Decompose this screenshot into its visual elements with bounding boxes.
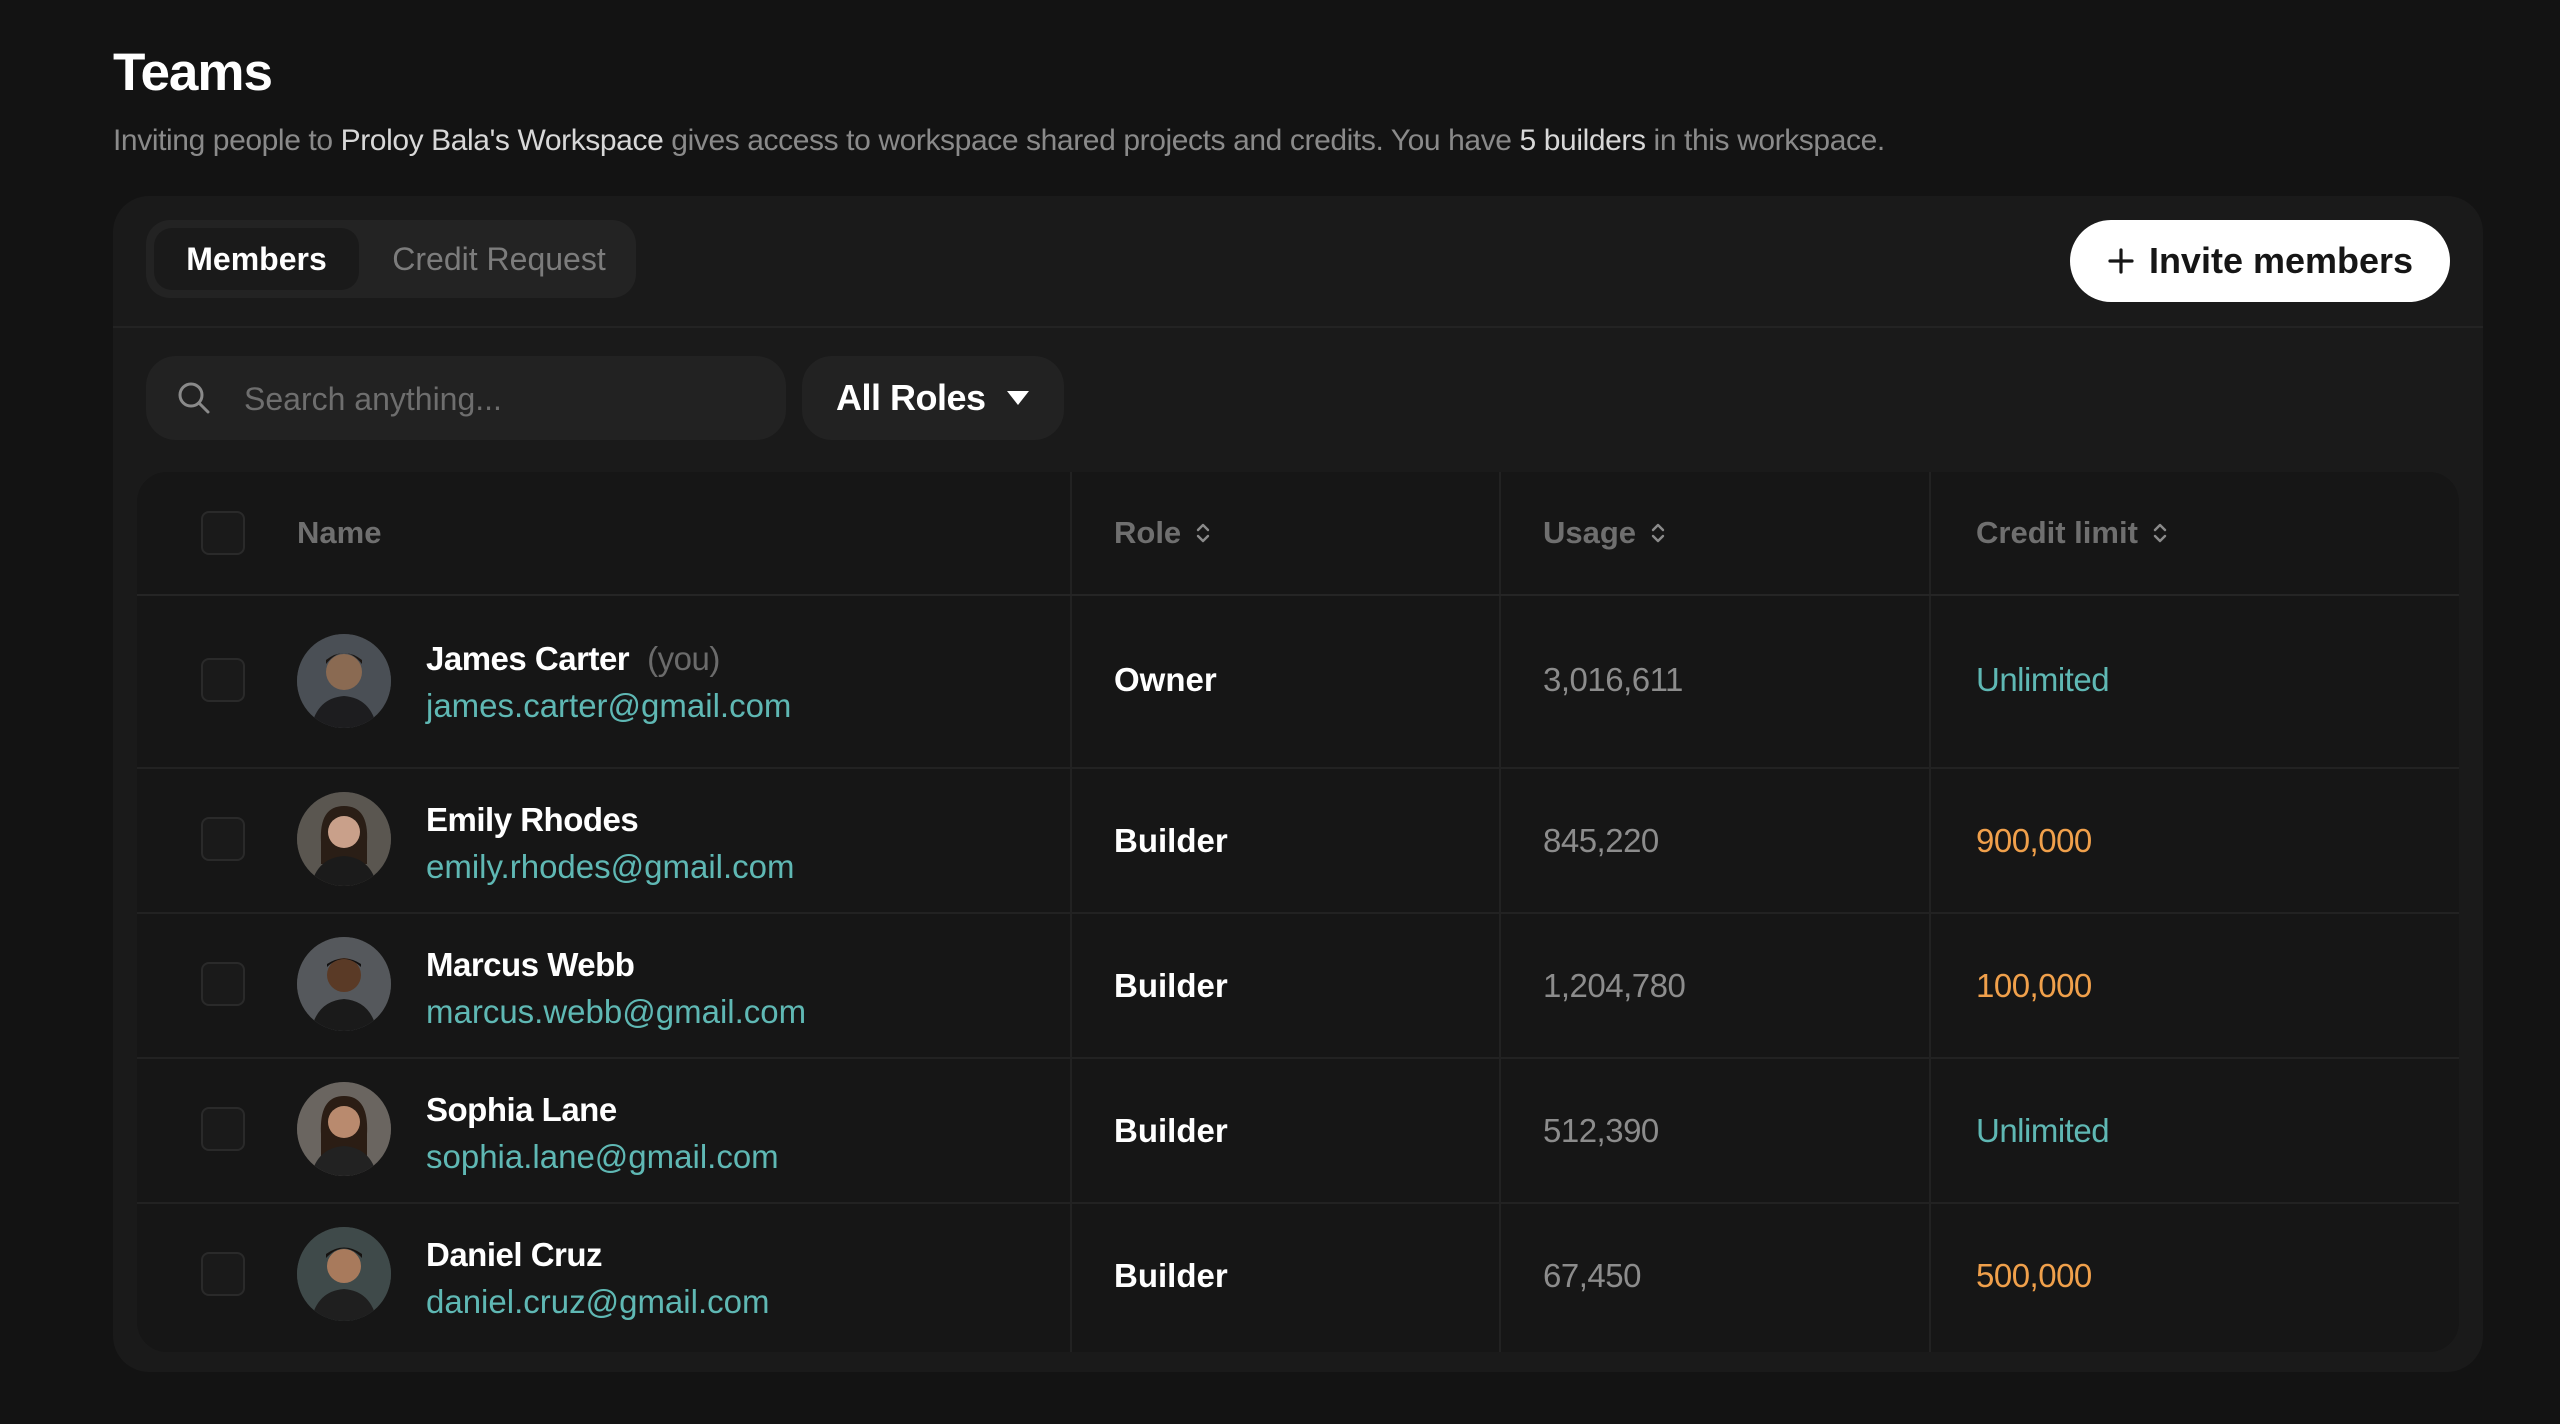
role-filter-value: All Roles bbox=[836, 377, 986, 418]
invite-members-label: Invite members bbox=[2148, 240, 2414, 281]
member-role: Builder bbox=[1114, 967, 1228, 1004]
subtitle-text: in this workspace. bbox=[1645, 124, 1886, 157]
column-header-usage[interactable]: Usage bbox=[1543, 472, 1666, 594]
row-checkbox[interactable] bbox=[201, 962, 245, 1006]
member-usage: 512,390 bbox=[1543, 1112, 1659, 1149]
row-checkbox[interactable] bbox=[201, 1107, 245, 1151]
member-email[interactable]: marcus.webb@gmail.com bbox=[426, 993, 806, 1031]
avatar bbox=[297, 937, 391, 1031]
table-row[interactable]: Sophia Lane sophia.lane@gmail.com Builde… bbox=[137, 1057, 2459, 1204]
row-checkbox[interactable] bbox=[201, 658, 245, 702]
subtitle-text: Inviting people to bbox=[113, 124, 341, 157]
member-role: Builder bbox=[1114, 1112, 1228, 1149]
member-role: Owner bbox=[1114, 661, 1217, 698]
page-subtitle: Inviting people to Proloy Bala's Workspa… bbox=[113, 124, 1885, 158]
member-name: Daniel Cruz bbox=[426, 1236, 603, 1274]
sort-icon bbox=[1196, 523, 1210, 543]
sort-icon bbox=[1651, 523, 1665, 543]
row-checkbox[interactable] bbox=[201, 1252, 245, 1296]
tab-credit-request[interactable]: Credit Request bbox=[374, 228, 624, 290]
member-usage: 845,220 bbox=[1543, 822, 1659, 859]
member-usage: 3,016,611 bbox=[1543, 661, 1683, 698]
search-box[interactable] bbox=[146, 356, 786, 442]
member-name-text: James Carter bbox=[426, 640, 630, 677]
member-usage: 67,450 bbox=[1543, 1257, 1641, 1294]
plus-icon bbox=[2108, 248, 2134, 274]
page-title: Teams bbox=[113, 43, 273, 102]
table-row[interactable]: James Carter (you) james.carter@gmail.com… bbox=[137, 594, 2459, 769]
member-name-text: Daniel Cruz bbox=[426, 1236, 603, 1273]
member-name-text: Emily Rhodes bbox=[426, 801, 639, 838]
table-header: Name Role Usage Credit limit bbox=[137, 472, 2459, 596]
role-filter-dropdown[interactable]: All Roles bbox=[802, 356, 1064, 440]
member-role: Builder bbox=[1114, 1257, 1228, 1294]
avatar bbox=[297, 1082, 391, 1176]
invite-members-button[interactable]: Invite members bbox=[2070, 220, 2450, 302]
panel-header: Members Credit Request Invite members bbox=[113, 196, 2483, 328]
builder-count: 5 builders bbox=[1519, 124, 1646, 157]
column-header-label: Name bbox=[297, 515, 382, 550]
search-icon bbox=[178, 382, 210, 414]
workspace-name: Proloy Bala's Workspace bbox=[340, 124, 664, 157]
member-name: Sophia Lane bbox=[426, 1091, 617, 1129]
tab-group: Members Credit Request bbox=[146, 220, 636, 298]
column-header-name: Name bbox=[297, 472, 381, 594]
member-name-text: Marcus Webb bbox=[426, 946, 635, 983]
member-name: Marcus Webb bbox=[426, 946, 635, 984]
member-credit-limit: 500,000 bbox=[1976, 1257, 2092, 1294]
column-header-credit-limit[interactable]: Credit limit bbox=[1976, 472, 2168, 594]
member-name: Emily Rhodes bbox=[426, 801, 639, 839]
tab-members[interactable]: Members bbox=[154, 228, 359, 290]
member-email[interactable]: james.carter@gmail.com bbox=[426, 687, 791, 725]
row-checkbox[interactable] bbox=[201, 817, 245, 861]
member-name: James Carter (you) bbox=[426, 640, 720, 678]
you-tag: (you) bbox=[647, 640, 720, 677]
member-credit-limit: 100,000 bbox=[1976, 967, 2092, 1004]
member-credit-limit: Unlimited bbox=[1976, 661, 2110, 698]
caret-down-icon bbox=[1006, 391, 1029, 405]
member-name-text: Sophia Lane bbox=[426, 1091, 617, 1128]
search-input[interactable] bbox=[242, 356, 766, 442]
table-row[interactable]: Emily Rhodes emily.rhodes@gmail.com Buil… bbox=[137, 767, 2459, 914]
avatar bbox=[297, 1227, 391, 1321]
member-credit-limit: Unlimited bbox=[1976, 1112, 2110, 1149]
sort-icon bbox=[2153, 523, 2167, 543]
column-header-label: Usage bbox=[1543, 515, 1637, 550]
member-email[interactable]: sophia.lane@gmail.com bbox=[426, 1138, 779, 1176]
member-email[interactable]: daniel.cruz@gmail.com bbox=[426, 1283, 769, 1321]
subtitle-text: gives access to workspace shared project… bbox=[663, 124, 1520, 157]
members-table: Name Role Usage Credit limit James Carte… bbox=[137, 472, 2459, 1352]
member-usage: 1,204,780 bbox=[1543, 967, 1686, 1004]
column-header-label: Role bbox=[1114, 515, 1182, 550]
column-header-label: Credit limit bbox=[1976, 515, 2138, 550]
avatar bbox=[297, 792, 391, 886]
select-all-checkbox[interactable] bbox=[201, 511, 245, 555]
member-role: Builder bbox=[1114, 822, 1228, 859]
member-email[interactable]: emily.rhodes@gmail.com bbox=[426, 848, 795, 886]
avatar bbox=[297, 634, 391, 728]
column-header-role[interactable]: Role bbox=[1114, 472, 1211, 594]
members-panel: Members Credit Request Invite members Al… bbox=[113, 196, 2483, 1372]
table-row[interactable]: Marcus Webb marcus.webb@gmail.com Builde… bbox=[137, 912, 2459, 1059]
member-credit-limit: 900,000 bbox=[1976, 822, 2092, 859]
table-row[interactable]: Daniel Cruz daniel.cruz@gmail.com Builde… bbox=[137, 1202, 2459, 1352]
